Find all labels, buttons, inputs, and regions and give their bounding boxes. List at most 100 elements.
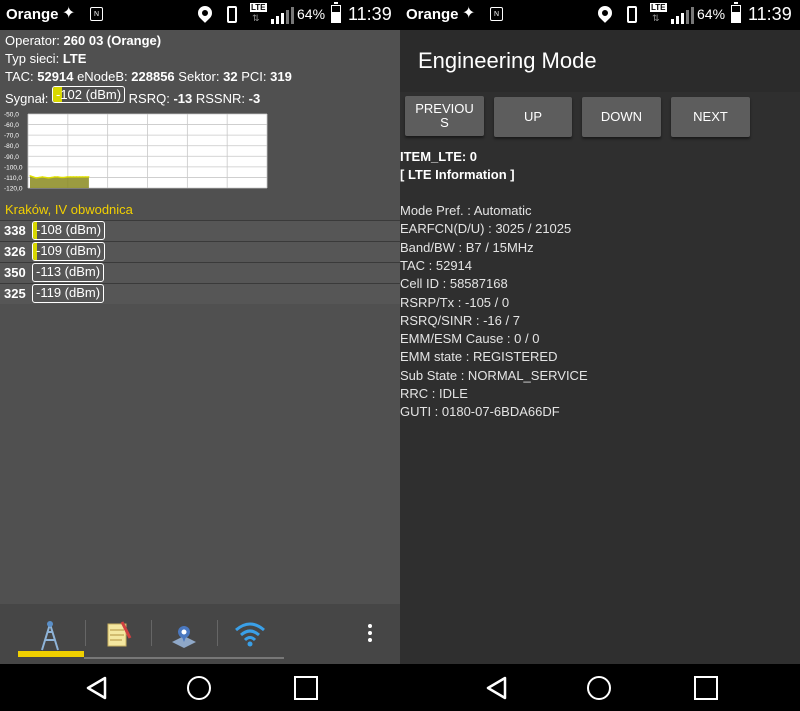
enodeb-value: 228856 — [131, 69, 175, 84]
signal-strength-icon — [671, 7, 694, 24]
tab-cell-tower[interactable] — [20, 616, 80, 652]
operator-line: Operator: 260 03 (Orange) — [5, 33, 161, 48]
chart-y-tick-label: -120,0 — [4, 186, 23, 193]
down-button[interactable]: DOWN — [582, 97, 661, 137]
signal-monitor-screen: Orange ✦ N LTE ⇅ 64% 11:39 Operator: 260… — [0, 0, 400, 711]
sector-label: Sektor: — [178, 69, 220, 84]
page-title: Engineering Mode — [418, 48, 597, 73]
carrier-name: Orange — [406, 6, 459, 23]
neighbor-cell-row: 338 -108 (dBm) — [0, 220, 400, 241]
chart-data-point — [41, 176, 44, 178]
chart-data-point — [88, 176, 90, 178]
signal-value-box: -102 (dBm) — [52, 86, 126, 103]
overflow-menu-icon[interactable] — [368, 624, 374, 645]
lte-icon: LTE — [250, 3, 267, 12]
tab-map[interactable] — [154, 616, 214, 652]
neighbor-signal-box: -113 (dBm) — [32, 263, 105, 282]
chart-y-tick-label: -70,0 — [4, 133, 19, 140]
lte-info-line: EMM state : REGISTERED — [400, 349, 558, 365]
clock: 11:39 — [748, 4, 792, 24]
lte-info-line: Mode Pref. : Automatic — [400, 203, 532, 218]
previous-button[interactable]: PREVIOUS — [405, 96, 484, 136]
chart-data-point — [69, 176, 71, 178]
pci-label: PCI: — [241, 69, 267, 84]
battery-fill — [332, 11, 340, 22]
neighbor-signal: -113 (dBm) — [36, 264, 101, 279]
status-bar: Orange ✦ N LTE ⇅ 64% 11:39 — [400, 0, 800, 30]
lte-info-line: RRC : IDLE — [400, 386, 468, 401]
notepad-icon — [107, 621, 132, 647]
data-arrows-icon: ⇅ — [652, 13, 660, 23]
tac-label: TAC: — [5, 69, 34, 84]
chart-data-point — [63, 176, 65, 179]
chart-data-point — [35, 177, 37, 179]
tab-divider — [151, 620, 152, 646]
app-bar: Engineering Mode — [400, 30, 800, 92]
tab-notes[interactable] — [88, 616, 148, 652]
lte-info-line: Cell ID : 58587168 — [400, 276, 508, 292]
tac-value: 52914 — [37, 69, 74, 84]
sparkle-icon: ✦ — [62, 5, 76, 22]
recent-apps-icon[interactable] — [294, 676, 318, 700]
back-icon[interactable] — [485, 676, 507, 700]
recent-apps-icon[interactable] — [694, 676, 718, 700]
chart-y-tick-label: -80,0 — [4, 143, 19, 150]
signal-strength-icon — [271, 7, 294, 24]
chart-data-point — [29, 175, 31, 177]
up-button[interactable]: UP — [494, 97, 572, 137]
chart-y-tick-label: -60,0 — [4, 122, 19, 129]
chart-data-point — [72, 176, 74, 178]
home-icon[interactable] — [187, 676, 211, 700]
neighbor-cell-row: 350 -113 (dBm) — [0, 262, 400, 283]
chart-y-tick-label: -100,0 — [4, 164, 23, 171]
chart-data-point — [54, 176, 56, 178]
neighbor-pci: 338 — [4, 223, 26, 238]
chart-data-point — [75, 176, 78, 178]
signal-line: Sygnał: -102 (dBm) RSRQ: -13 RSSNR: -3 — [5, 86, 260, 106]
map-icon — [172, 626, 196, 648]
lte-info-line: Band/BW : B7 / 15MHz — [400, 239, 534, 255]
network-type-line: Typ sieci: LTE — [5, 51, 86, 66]
neighbor-signal: -119 (dBm) — [36, 285, 101, 300]
neighbor-signal: -108 (dBm) — [36, 222, 102, 237]
sparkle-icon: ✦ — [462, 5, 476, 22]
battery-icon — [731, 2, 741, 23]
tab-scroll-track — [84, 657, 284, 659]
chart-data-point — [32, 176, 34, 178]
tab-wifi[interactable] — [220, 616, 280, 652]
rssnr-value: -3 — [248, 91, 261, 106]
next-button[interactable]: NEXT — [671, 97, 750, 137]
neighbor-pci: 350 — [4, 265, 26, 280]
enodeb-label: eNodeB: — [77, 69, 128, 84]
neighbor-cell-row: 326 -109 (dBm) — [0, 241, 400, 262]
active-tab-indicator — [18, 651, 84, 657]
rssnr-label: RSSNR: — [195, 91, 245, 106]
nfc-icon: N — [90, 7, 103, 21]
neighbor-signal-box: -109 (dBm) — [32, 242, 106, 261]
vibrate-icon — [227, 6, 237, 23]
wifi-icon — [235, 622, 265, 647]
home-icon[interactable] — [587, 676, 611, 700]
vibrate-icon — [627, 6, 637, 23]
chart-y-tick-label: -50,0 — [4, 112, 19, 119]
neighbor-signal-box: -108 (dBm) — [32, 221, 106, 240]
chart-data-point — [79, 176, 81, 178]
item-label: ITEM_LTE: 0 — [400, 149, 478, 164]
lte-info-line: TAC : 52914 — [400, 257, 473, 273]
lte-info-line: RSRP/Tx : -105 / 0 — [400, 294, 510, 310]
chart-data-point — [48, 177, 50, 179]
nav-bar — [0, 664, 400, 711]
signal-history-chart: -50,0 -60,0 -70,0 -80,0 -90,0 -100,0 -110,0 -12… — [4, 112, 268, 193]
clock: 11:39 — [348, 4, 392, 24]
tab-divider — [217, 620, 218, 646]
chart-data-point — [38, 176, 40, 179]
chart-data-point — [66, 176, 68, 178]
chart-data-point — [60, 176, 62, 179]
pci-value: 319 — [270, 69, 292, 84]
carrier-name: Orange — [6, 6, 59, 23]
nav-bar — [400, 664, 800, 711]
engineering-mode-screen: Orange ✦ N LTE ⇅ 64% 11:39 Engineering M… — [400, 0, 800, 711]
nfc-icon: N — [490, 7, 503, 21]
back-icon[interactable] — [85, 676, 107, 700]
neighbor-signal: -109 (dBm) — [36, 243, 102, 258]
